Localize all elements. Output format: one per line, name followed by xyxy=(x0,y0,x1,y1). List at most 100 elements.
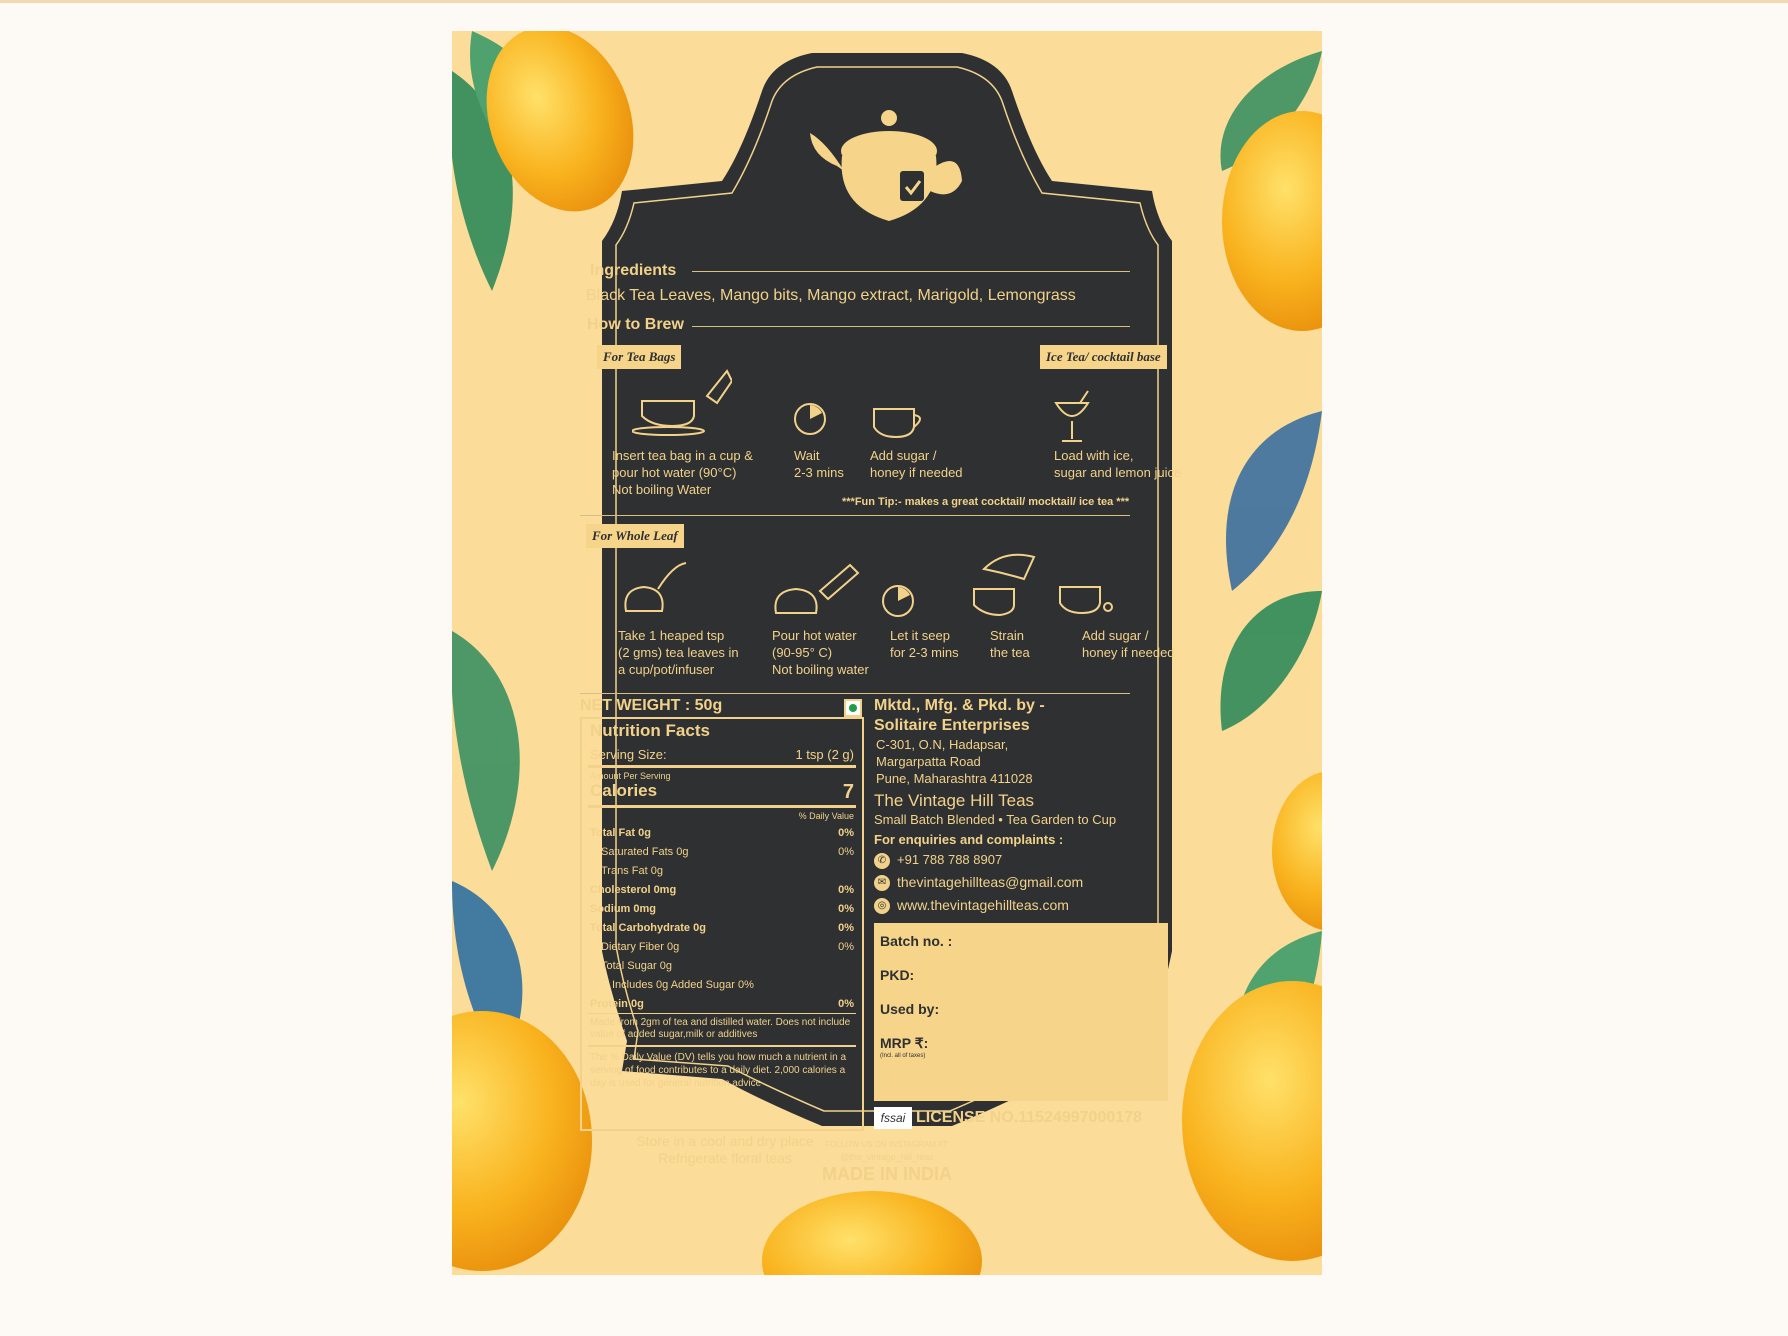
tagline: Small Batch Blended • Tea Garden to Cup xyxy=(874,812,1117,827)
nutrient-value: 0% xyxy=(838,903,854,915)
brand-name: The Vintage Hill Teas xyxy=(874,791,1035,810)
batch-box: Batch no. : PKD: Used by: MRP ₹: (Incl. … xyxy=(874,923,1168,1101)
website[interactable]: www.thevintagehillteas.com xyxy=(897,897,1069,913)
used-by: Used by: xyxy=(880,1001,940,1017)
timer-icon xyxy=(794,403,826,435)
nutrition-note-2: The % Daily Value (DV) tells you how muc… xyxy=(590,1052,847,1089)
tag-ice-tea: Ice Tea/ cocktail base xyxy=(1040,345,1167,369)
nutrient-value: 0% xyxy=(838,998,854,1010)
address-line-1: C-301, O.N, Hadapsar, xyxy=(876,737,1009,752)
phone-number[interactable]: +91 788 788 8907 xyxy=(897,852,1002,867)
nutrient-row: Dietary Fiber 0g 0% xyxy=(590,941,854,953)
divider xyxy=(588,805,856,808)
nutrient-label: Dietary Fiber 0g xyxy=(601,941,680,953)
globe-icon: ◎ xyxy=(874,898,890,914)
dv-header: % Daily Value xyxy=(798,811,854,821)
divider xyxy=(692,271,1130,272)
teabag-cup-icon xyxy=(632,369,732,436)
nutrient-row: Sodium 0mg 0% xyxy=(590,903,854,915)
address-line-3: Pune, Maharashtra 411028 xyxy=(876,771,1033,786)
nutrient-row: Total Carbohydrate 0g 0% xyxy=(590,922,854,934)
top-border xyxy=(0,0,1788,3)
nutrient-label: Trans Fat 0g xyxy=(601,865,663,877)
pkd-date: PKD: xyxy=(880,967,915,983)
nutrient-label: Total Fat 0g xyxy=(590,827,651,839)
nutrient-row: Cholesterol 0mg 0% xyxy=(590,884,854,896)
calories-value: 7 xyxy=(842,781,854,803)
instagram-handle[interactable]: @the_vintage_hill_teas xyxy=(752,1152,1022,1162)
address-line-2: Margarpatta Road xyxy=(876,754,981,769)
serving-size: Serving Size: 1 tsp (2 g) xyxy=(590,747,854,762)
nutrient-label: Saturated Fats 0g xyxy=(601,846,689,858)
phone-icon: ✆ xyxy=(874,853,890,869)
leaf-step-5: Add sugar / honey if needed xyxy=(1082,628,1175,660)
divider xyxy=(580,693,1130,694)
nutrient-row: Protein 0g 0% xyxy=(590,998,854,1010)
nutrient-row: Trans Fat 0g xyxy=(590,865,854,877)
nutrient-value: 0% xyxy=(838,941,854,953)
mrp: MRP ₹: xyxy=(880,1035,929,1051)
fun-tip: ***Fun Tip:- makes a great cocktail/ moc… xyxy=(842,496,1130,508)
nutrition-facts: Nutrition Facts Serving Size: 1 tsp (2 g… xyxy=(580,717,864,1131)
divider xyxy=(580,515,1130,516)
nutrient-label: Includes 0g Added Sugar 0% xyxy=(612,979,754,991)
email-address[interactable]: thevintagehillteas@gmail.com xyxy=(897,874,1083,890)
company-name: Solitaire Enterprises xyxy=(874,717,1030,734)
leaf-step-1: Take 1 heaped tsp (2 gms) tea leaves in … xyxy=(618,628,739,677)
cup-sugar-icon xyxy=(1059,586,1113,615)
nutrient-value: 0% xyxy=(838,846,854,858)
divider xyxy=(692,326,1130,327)
follow-label: FOLLOW US ON INSTAGRAM AT: xyxy=(825,1140,949,1149)
fssai-logo: fssai xyxy=(874,1107,912,1129)
tea-label-poster: Ingredients Black Tea Leaves, Mango bits… xyxy=(452,31,1322,1275)
tag-whole-leaf: For Whole Leaf xyxy=(586,524,684,548)
nutrient-label: Cholesterol 0mg xyxy=(590,884,677,896)
leaf-step-2: Pour hot water (90-95° C) Not boiling wa… xyxy=(772,628,869,677)
nutrient-value: 0% xyxy=(838,827,854,839)
kettle-spoon-icon xyxy=(624,562,687,612)
amount-per-serving: Amount Per Serving xyxy=(590,771,671,781)
calories-label: Calories xyxy=(590,781,658,800)
nutrient-label: Total Sugar 0g xyxy=(601,960,672,972)
nutrition-title: Nutrition Facts xyxy=(590,721,710,740)
timer-icon xyxy=(882,585,914,617)
veg-mark-icon xyxy=(844,699,862,717)
brew-heading: How to Brew xyxy=(587,316,684,333)
strain-icon xyxy=(973,553,1036,617)
nutrient-row: Total Sugar 0g xyxy=(590,960,854,972)
license-number: LICENSE NO.11524997000178 xyxy=(916,1109,1142,1126)
cup-icon xyxy=(873,408,921,439)
leaf-step-3: Let it seep for 2-3 mins xyxy=(890,628,959,660)
mrp-note: (Incl. all of taxes) xyxy=(880,1053,926,1059)
nutrient-row: Total Fat 0g 0% xyxy=(590,827,854,839)
teabag-step-1: Insert tea bag in a cup & pour hot water… xyxy=(612,448,753,497)
teabag-step-4: Load with ice, sugar and lemon juice xyxy=(1054,448,1182,480)
email-icon: ✉ xyxy=(874,875,890,891)
nutrient-label: Protein 0g xyxy=(590,998,644,1010)
ingredients-text: Black Tea Leaves, Mango bits, Mango extr… xyxy=(586,287,1076,304)
ingredients-heading: Ingredients xyxy=(590,262,677,279)
nutrient-row: Includes 0g Added Sugar 0% xyxy=(590,979,854,991)
serving-value: 1 tsp (2 g) xyxy=(795,747,854,762)
enquiries-label: For enquiries and complaints : xyxy=(874,832,1064,847)
divider xyxy=(588,1045,856,1047)
made-in: MADE IN INDIA xyxy=(822,1164,952,1184)
net-weight: NET WEIGHT : 50g xyxy=(580,697,723,714)
divider xyxy=(588,765,856,768)
leaf-step-4: Strain the tea xyxy=(990,628,1030,660)
serving-label: Serving Size: xyxy=(590,747,667,762)
nutrient-row: Saturated Fats 0g 0% xyxy=(590,846,854,858)
divider xyxy=(588,1013,856,1014)
teabag-step-2: Wait 2-3 mins xyxy=(794,448,844,480)
pour-water-icon xyxy=(774,563,860,614)
nutrition-note-1: Made from 2gm of tea and distilled water… xyxy=(590,1017,851,1040)
teabag-step-3: Add sugar / honey if needed xyxy=(870,448,963,480)
nutrient-label: Total Carbohydrate 0g xyxy=(590,922,706,934)
nutrient-value: 0% xyxy=(838,922,854,934)
batch-no: Batch no. : xyxy=(880,933,953,949)
calories-row: Calories 7 xyxy=(590,781,854,803)
nutrient-label: Sodium 0mg xyxy=(590,903,657,915)
mfg-heading: Mktd., Mfg. & Pkd. by - xyxy=(874,697,1045,714)
ice-glass-icon xyxy=(1054,390,1090,442)
nutrient-value: 0% xyxy=(838,884,854,896)
